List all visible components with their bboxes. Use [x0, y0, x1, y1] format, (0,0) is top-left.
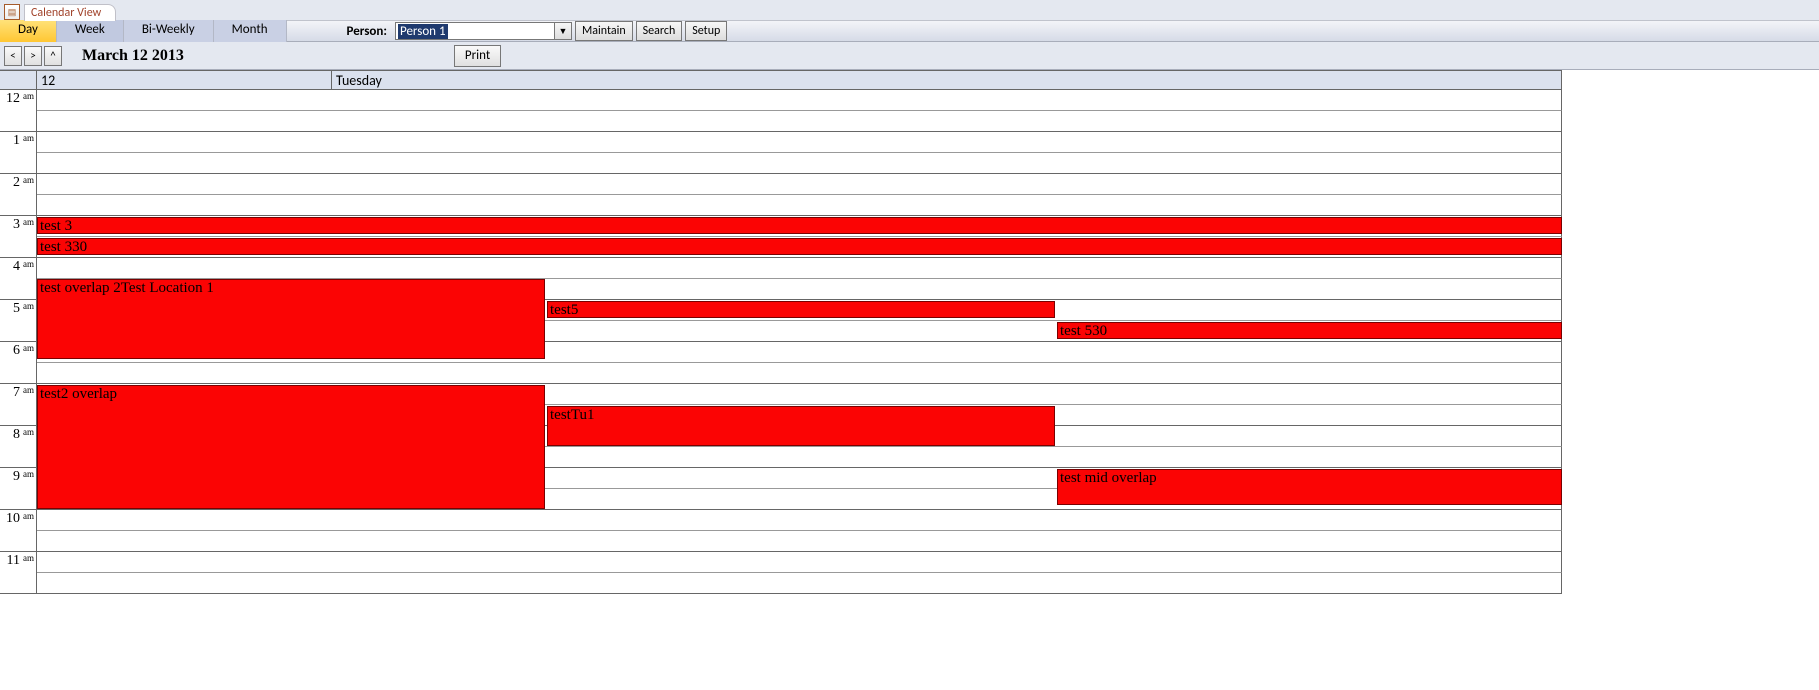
event-test5[interactable]: test5 — [547, 301, 1055, 318]
view-biweekly-button[interactable]: Bi-Weekly — [124, 20, 214, 42]
event-test-overlap-2[interactable]: test overlap 2Test Location 1 — [37, 279, 545, 359]
print-button[interactable]: Print — [454, 45, 501, 67]
time-slot[interactable] — [37, 510, 1562, 531]
hour-label: 1 am — [13, 133, 34, 149]
person-combobox[interactable]: Person 1 ▼ — [395, 22, 572, 40]
event-testtu1[interactable]: testTu1 — [547, 406, 1055, 446]
time-slot[interactable] — [37, 258, 1562, 279]
app-icon: ▤ — [4, 4, 20, 20]
time-slot[interactable] — [37, 90, 1562, 111]
person-dropdown-icon[interactable]: ▼ — [555, 22, 572, 40]
event-test330[interactable]: test 330 — [37, 238, 1562, 255]
date-title: March 12 2013 — [82, 47, 184, 65]
event-test530[interactable]: test 530 — [1057, 322, 1562, 339]
form-tab-calendar-view[interactable]: Calendar View — [24, 4, 116, 21]
hour-label: 12 am — [6, 91, 34, 107]
time-slot[interactable] — [37, 573, 1562, 594]
time-slot[interactable] — [37, 153, 1562, 174]
next-day-button[interactable]: > — [24, 46, 42, 66]
event-test-mid-overlap[interactable]: test mid overlap — [1057, 469, 1562, 505]
maintain-button[interactable]: Maintain — [575, 21, 633, 41]
hour-label: 4 am — [13, 259, 34, 275]
day-number-header: 12 — [37, 71, 332, 89]
day-name-header: Tuesday — [332, 71, 1562, 89]
day-body[interactable]: test 3 test 330 test overlap 2Test Locat… — [37, 90, 1562, 594]
hour-label: 5 am — [13, 301, 34, 317]
event-test3[interactable]: test 3 — [37, 217, 1562, 234]
day-grid: 12 am 1 am 2 am 3 am 4 am 5 am 6 am 7 am… — [0, 90, 1562, 594]
view-toolbar: Day Week Bi-Weekly Month Person: Person … — [0, 20, 1819, 42]
hour-label: 6 am — [13, 343, 34, 359]
time-slot[interactable] — [37, 552, 1562, 573]
time-gutter-header — [0, 71, 37, 89]
hour-label: 11 am — [7, 553, 34, 569]
time-slot[interactable] — [37, 531, 1562, 552]
view-week-button[interactable]: Week — [57, 20, 124, 42]
setup-button[interactable]: Setup — [685, 21, 727, 41]
person-label: Person: — [347, 24, 387, 39]
prev-day-button[interactable]: < — [4, 46, 22, 66]
time-gutter: 12 am 1 am 2 am 3 am 4 am 5 am 6 am 7 am… — [0, 90, 37, 594]
nav-row: < > ^ March 12 2013 Print — [0, 42, 1819, 70]
hour-label: 8 am — [13, 427, 34, 443]
time-slot[interactable] — [37, 195, 1562, 216]
calendar: 12 Tuesday 12 am 1 am 2 am 3 am 4 am 5 a… — [0, 70, 1562, 594]
event-test2-overlap[interactable]: test2 overlap — [37, 385, 545, 509]
search-button[interactable]: Search — [636, 21, 683, 41]
hour-label: 7 am — [13, 385, 34, 401]
hour-label: 2 am — [13, 175, 34, 191]
person-value[interactable]: Person 1 — [395, 22, 555, 40]
time-slot[interactable] — [37, 132, 1562, 153]
time-slot[interactable] — [37, 174, 1562, 195]
hour-label: 10 am — [6, 511, 34, 527]
window-tab-bar: ▤ Calendar View — [0, 0, 1819, 20]
hour-label: 9 am — [13, 469, 34, 485]
view-month-button[interactable]: Month — [214, 20, 287, 42]
up-button[interactable]: ^ — [44, 46, 62, 66]
day-header: 12 Tuesday — [0, 70, 1562, 90]
time-slot[interactable] — [37, 363, 1562, 384]
hour-label: 3 am — [13, 217, 34, 233]
view-day-button[interactable]: Day — [0, 20, 57, 42]
time-slot[interactable] — [37, 111, 1562, 132]
